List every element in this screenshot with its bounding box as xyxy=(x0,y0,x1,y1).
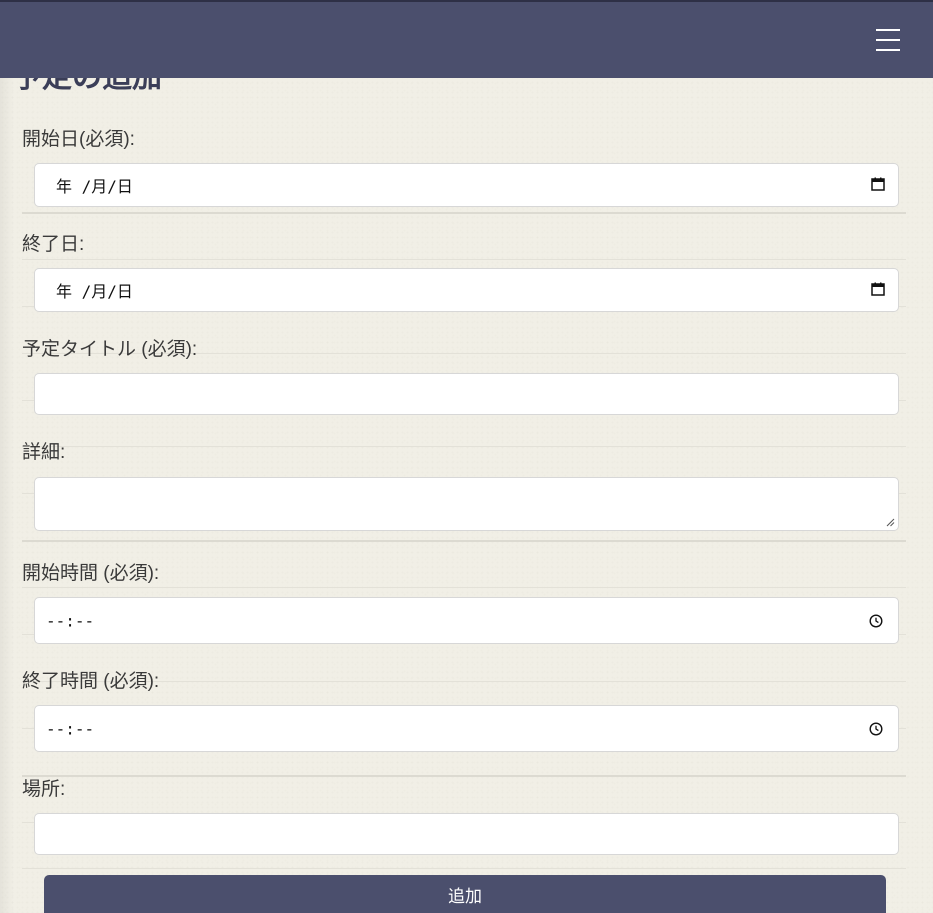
calendar-icon[interactable] xyxy=(871,177,885,191)
add-button[interactable]: 追加 xyxy=(44,875,886,913)
end-time-value: --:-- xyxy=(46,719,95,738)
resize-handle-icon[interactable] xyxy=(885,517,895,527)
hamburger-menu-icon[interactable] xyxy=(876,28,900,51)
divider xyxy=(22,775,906,777)
event-title-label: 予定タイトル (必須): xyxy=(22,339,198,360)
top-navigation-bar xyxy=(0,0,933,78)
event-title-input[interactable] xyxy=(34,373,899,415)
clock-icon[interactable] xyxy=(869,613,883,628)
divider xyxy=(22,446,906,447)
details-textarea[interactable] xyxy=(34,477,899,531)
calendar-icon[interactable] xyxy=(871,282,885,296)
divider xyxy=(22,212,906,214)
details-label: 詳細: xyxy=(22,442,66,463)
start-date-value: 年 /月/日 xyxy=(56,177,133,196)
divider xyxy=(22,540,906,542)
end-time-input[interactable]: --:-- xyxy=(34,705,899,752)
end-date-input[interactable]: 年 /月/日 xyxy=(34,268,899,312)
end-date-value: 年 /月/日 xyxy=(56,282,133,301)
page-edge-shadow xyxy=(0,0,14,913)
location-label: 場所: xyxy=(22,779,66,800)
divider xyxy=(22,868,906,869)
divider xyxy=(22,259,906,260)
start-date-input[interactable]: 年 /月/日 xyxy=(34,163,899,207)
start-time-label: 開始時間 (必須): xyxy=(22,563,160,584)
location-input[interactable] xyxy=(34,813,899,855)
start-date-label: 開始日(必須): xyxy=(22,129,135,150)
start-time-value: --:-- xyxy=(46,611,95,630)
end-time-label: 終了時間 (必須): xyxy=(22,671,160,692)
start-time-input[interactable]: --:-- xyxy=(34,597,899,644)
clock-icon[interactable] xyxy=(869,721,883,736)
divider xyxy=(22,587,906,588)
end-date-label: 終了日: xyxy=(22,234,85,255)
